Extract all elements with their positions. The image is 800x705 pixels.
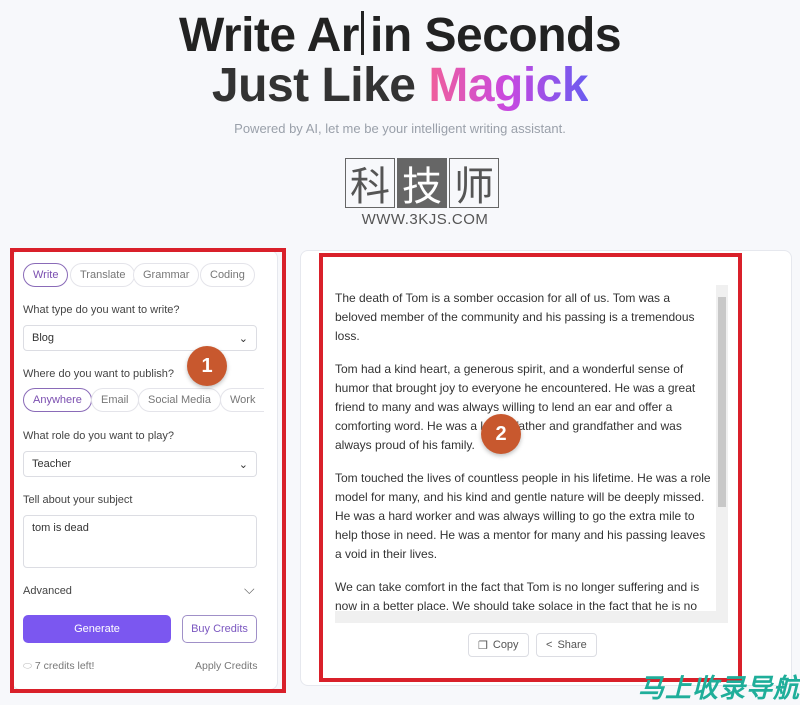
copy-icon: ❐: [478, 639, 488, 652]
title-part: in Seconds: [369, 9, 622, 62]
tab-translate[interactable]: Translate: [70, 263, 136, 287]
publish-anywhere[interactable]: Anywhere: [23, 388, 92, 412]
watermark-text: 马上收录导航: [637, 673, 800, 703]
publish-social-media[interactable]: Social Media: [138, 388, 221, 412]
hero-title-line1: Write Ar in Seconds: [0, 10, 800, 62]
output-text-area[interactable]: The death of Tom is a somber occasion fo…: [335, 285, 728, 623]
chevron-down-icon[interactable]: ⌵: [244, 581, 255, 598]
chevron-down-icon: ⌄: [238, 332, 248, 345]
apply-credits-link[interactable]: Apply Credits: [195, 660, 257, 672]
horizontal-scrollbar[interactable]: [335, 611, 728, 623]
annotation-badge-2: 2: [481, 414, 521, 454]
annotation-badge-1: 1: [187, 346, 227, 386]
output-paragraph: Tom had a kind heart, a generous spirit,…: [335, 362, 696, 452]
role-select[interactable]: Teacher ⌄: [23, 451, 257, 477]
advanced-toggle[interactable]: Advanced: [23, 585, 72, 597]
hero-title-line2: Just Like Magick: [0, 60, 800, 112]
subject-label: Tell about your subject: [23, 494, 133, 506]
copy-button[interactable]: ❐ Copy: [468, 633, 529, 657]
tab-grammar[interactable]: Grammar: [133, 263, 200, 287]
publish-work[interactable]: Work: [220, 388, 265, 412]
vertical-scrollbar[interactable]: [716, 285, 728, 611]
share-label: Share: [557, 639, 587, 651]
share-icon: <: [546, 639, 553, 651]
title-part: Write Ar: [178, 9, 360, 62]
coin-icon: ⬭: [23, 660, 35, 672]
title-highlight: Magick: [428, 59, 589, 112]
tab-write[interactable]: Write: [23, 263, 69, 287]
hero-subtitle: Powered by AI, let me be your intelligen…: [234, 121, 566, 136]
share-button[interactable]: < Share: [536, 633, 597, 657]
tab-coding[interactable]: Coding: [200, 263, 255, 287]
title-part: Just Like: [211, 59, 429, 112]
write-form-panel: Write Translate Grammar Coding What type…: [12, 250, 278, 690]
buy-credits-button[interactable]: Buy Credits: [182, 615, 257, 643]
credits-status: ⬭ 7 credits left!: [23, 660, 94, 673]
copy-label: Copy: [492, 639, 519, 651]
role-value: Teacher: [32, 458, 72, 470]
watermark-logo: 科技师 WWW.3KJS.COM: [345, 158, 505, 228]
publish-label: Where do you want to publish?: [23, 368, 175, 380]
publish-email[interactable]: Email: [91, 388, 139, 412]
chevron-down-icon: ⌄: [238, 458, 248, 471]
scrollbar-thumb[interactable]: [718, 297, 726, 507]
output-paragraph: The death of Tom is a somber occasion fo…: [335, 291, 695, 343]
generate-button[interactable]: Generate: [23, 615, 171, 643]
output-paragraph: Tom touched the lives of countless peopl…: [335, 471, 711, 561]
credits-text: 7 credits left!: [34, 660, 95, 672]
type-select[interactable]: Blog ⌄: [23, 325, 257, 351]
subject-textarea[interactable]: tom is dead: [23, 515, 257, 568]
role-label: What role do you want to play?: [23, 430, 175, 442]
type-label: What type do you want to write?: [23, 304, 180, 316]
text-cursor: [360, 11, 364, 55]
type-value: Blog: [32, 332, 55, 344]
